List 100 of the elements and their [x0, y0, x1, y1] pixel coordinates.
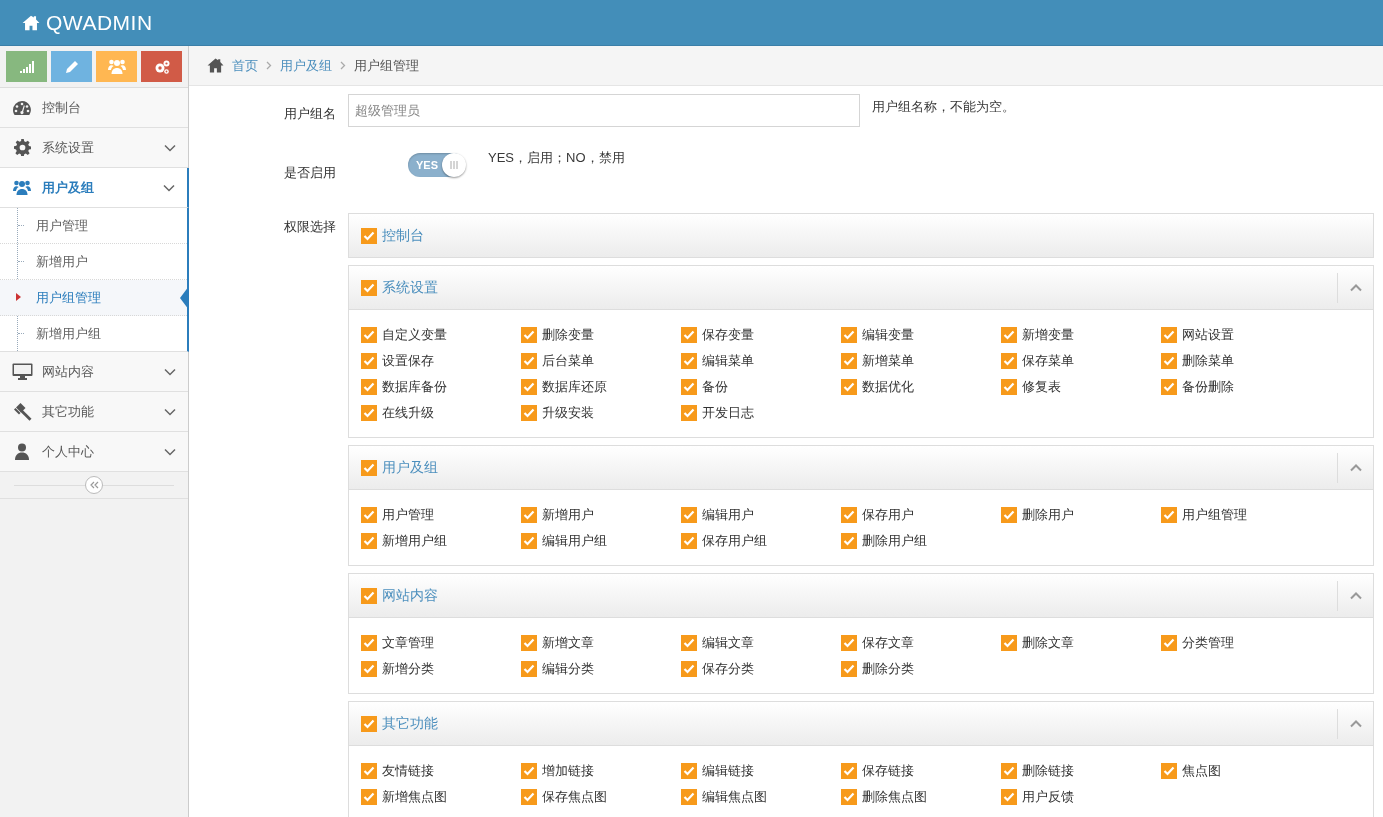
- sidebar-item[interactable]: 控制台: [0, 88, 188, 128]
- submenu-item[interactable]: 用户管理: [0, 208, 187, 244]
- checkbox[interactable]: [1001, 635, 1017, 651]
- checkbox[interactable]: [521, 327, 537, 343]
- checkbox-label: 保存链接: [862, 762, 914, 780]
- checkbox[interactable]: [521, 789, 537, 805]
- checkbox[interactable]: [361, 661, 377, 677]
- gears-icon: [153, 59, 170, 74]
- checkbox[interactable]: [1161, 635, 1177, 651]
- checkbox[interactable]: [1001, 789, 1017, 805]
- checkbox[interactable]: [521, 379, 537, 395]
- shortcut-button[interactable]: [96, 51, 137, 82]
- shortcut-button[interactable]: [51, 51, 92, 82]
- sidebar-item[interactable]: 系统设置: [0, 128, 188, 168]
- checkbox[interactable]: [1001, 507, 1017, 523]
- checkbox[interactable]: [841, 661, 857, 677]
- checkbox[interactable]: [361, 507, 377, 523]
- checkbox[interactable]: [361, 227, 377, 244]
- checkbox[interactable]: [681, 533, 697, 549]
- checkbox[interactable]: [1001, 353, 1017, 369]
- checkbox[interactable]: [361, 715, 377, 732]
- checkbox[interactable]: [841, 353, 857, 369]
- checkbox[interactable]: [361, 327, 377, 343]
- checkbox[interactable]: [361, 533, 377, 549]
- checkbox[interactable]: [521, 507, 537, 523]
- checkbox-label: 在线升级: [382, 404, 434, 422]
- checkbox[interactable]: [681, 379, 697, 395]
- gavel-icon: [12, 402, 32, 421]
- chevron-down-icon: [164, 447, 176, 456]
- checkbox[interactable]: [521, 661, 537, 677]
- checkbox[interactable]: [841, 763, 857, 779]
- checkbox[interactable]: [361, 405, 377, 421]
- checkbox[interactable]: [681, 661, 697, 677]
- checkbox[interactable]: [361, 587, 377, 604]
- checkbox[interactable]: [681, 763, 697, 779]
- checkbox-label: 新增分类: [382, 660, 434, 678]
- checkbox-label: 编辑分类: [542, 660, 594, 678]
- checkbox[interactable]: [361, 763, 377, 779]
- home-icon: [207, 57, 224, 74]
- field-hint: YES，启用；NO，禁用: [488, 149, 625, 167]
- checkbox[interactable]: [361, 379, 377, 395]
- checkbox[interactable]: [681, 789, 697, 805]
- checkbox[interactable]: [361, 789, 377, 805]
- checkbox[interactable]: [1001, 379, 1017, 395]
- sidebar-item[interactable]: 网站内容: [0, 352, 188, 392]
- checkbox[interactable]: [681, 507, 697, 523]
- checkbox[interactable]: [521, 533, 537, 549]
- sidebar-item[interactable]: 用户及组: [0, 168, 189, 208]
- checkbox-label: 保存文章: [862, 634, 914, 652]
- checkbox-label: 删除链接: [1022, 762, 1074, 780]
- panel-title: 系统设置: [382, 278, 439, 297]
- checkbox[interactable]: [1161, 327, 1177, 343]
- checkbox[interactable]: [361, 279, 377, 296]
- field-label: 权限选择: [283, 218, 337, 236]
- chevron-up-icon: [1349, 719, 1362, 728]
- checkbox-label: 保存用户组: [702, 532, 767, 550]
- checkbox[interactable]: [521, 635, 537, 651]
- checkbox-label: 保存分类: [702, 660, 754, 678]
- checkbox[interactable]: [841, 533, 857, 549]
- checkbox-label: 编辑用户组: [542, 532, 607, 550]
- submenu-item[interactable]: 新增用户组: [0, 316, 187, 351]
- checkbox-label: 数据优化: [862, 378, 914, 396]
- shortcut-button[interactable]: [6, 51, 47, 82]
- checkbox-label: 修复表: [1022, 378, 1061, 396]
- checkbox[interactable]: [681, 635, 697, 651]
- checkbox-label: 文章管理: [382, 634, 434, 652]
- checkbox[interactable]: [521, 353, 537, 369]
- checkbox[interactable]: [681, 405, 697, 421]
- group-name-field[interactable]: 超级管理员: [348, 94, 860, 127]
- panel-title: 控制台: [382, 226, 425, 245]
- checkbox[interactable]: [361, 353, 377, 369]
- checkbox[interactable]: [1161, 353, 1177, 369]
- sidebar-item[interactable]: 其它功能: [0, 392, 188, 432]
- checkbox[interactable]: [841, 507, 857, 523]
- sidebar-item[interactable]: 个人中心: [0, 432, 188, 472]
- checkbox-label: 编辑链接: [702, 762, 754, 780]
- shortcut-button[interactable]: [141, 51, 182, 82]
- checkbox[interactable]: [841, 635, 857, 651]
- breadcrumb-link[interactable]: 首页: [232, 56, 258, 75]
- checkbox[interactable]: [1001, 327, 1017, 343]
- checkbox-label: 用户管理: [382, 506, 434, 524]
- checkbox[interactable]: [681, 353, 697, 369]
- checkbox[interactable]: [681, 327, 697, 343]
- checkbox-label: 数据库还原: [542, 378, 607, 396]
- checkbox[interactable]: [841, 789, 857, 805]
- checkbox-label: 新增变量: [1022, 326, 1074, 344]
- checkbox[interactable]: [521, 405, 537, 421]
- checkbox[interactable]: [361, 459, 377, 476]
- submenu-item[interactable]: 用户组管理: [0, 280, 187, 316]
- checkbox[interactable]: [361, 635, 377, 651]
- checkbox-label: 新增文章: [542, 634, 594, 652]
- checkbox[interactable]: [841, 379, 857, 395]
- checkbox[interactable]: [1161, 763, 1177, 779]
- checkbox[interactable]: [1161, 379, 1177, 395]
- checkbox[interactable]: [521, 763, 537, 779]
- checkbox-label: 升级安装: [542, 404, 594, 422]
- checkbox[interactable]: [841, 327, 857, 343]
- collapse-sidebar-button[interactable]: [85, 476, 103, 494]
- checkbox[interactable]: [1161, 507, 1177, 523]
- checkbox[interactable]: [1001, 763, 1017, 779]
